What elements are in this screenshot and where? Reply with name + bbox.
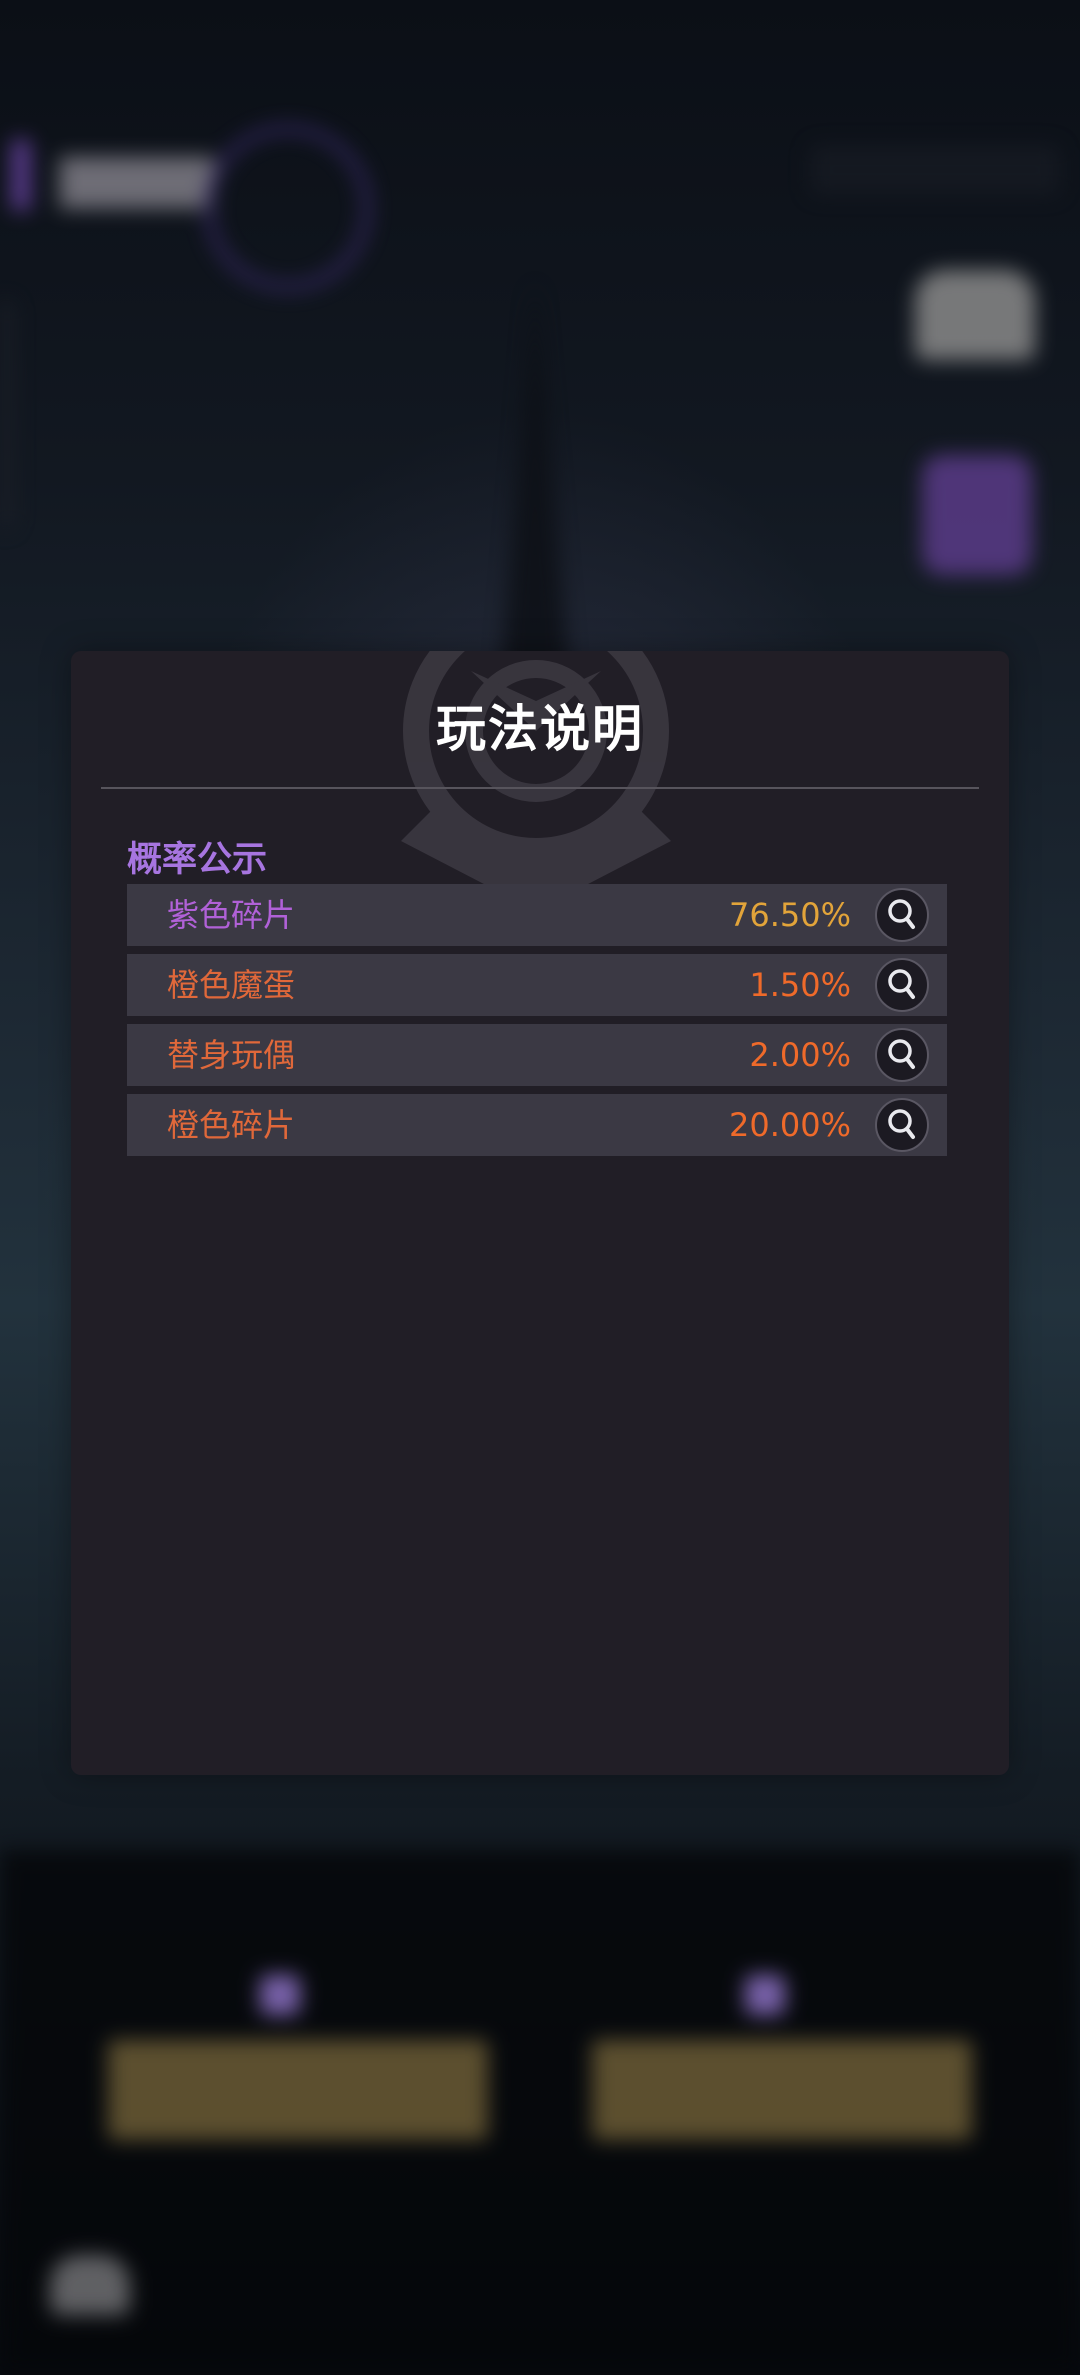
background-accent-bar [12, 140, 30, 210]
item-probability: 76.50% [728, 896, 851, 934]
background-left-button [108, 2040, 488, 2140]
item-probability: 20.00% [728, 1106, 851, 1144]
probability-row-purple-fragment: 紫色碎片 76.50% [127, 884, 947, 946]
item-name: 替身玩偶 [167, 1036, 296, 1074]
magnifier-icon[interactable] [875, 958, 929, 1012]
background-currency-bar [810, 145, 1060, 195]
item-name: 橙色魔蛋 [167, 966, 296, 1004]
background-gem-icon [260, 1975, 300, 2015]
magnifier-icon[interactable] [875, 1098, 929, 1152]
background-page-title: ▇▇▇▇ [60, 150, 214, 208]
item-probability: 1.50% [749, 966, 851, 1004]
dialog-title: 玩法说明 [436, 700, 644, 758]
background-back-icon [50, 2255, 130, 2315]
background-crystal-icon [922, 455, 1032, 575]
item-name: 橙色碎片 [167, 1106, 296, 1144]
background-chest-icon [915, 270, 1035, 360]
background-ring [205, 125, 371, 291]
magnifier-icon[interactable] [875, 888, 929, 942]
background-gem-icon [745, 1975, 785, 2015]
item-name: 紫色碎片 [167, 896, 296, 934]
magnifier-icon[interactable] [875, 1028, 929, 1082]
probability-row-orange-fragment: 橙色碎片 20.00% [127, 1094, 947, 1156]
background-side-tab [0, 300, 14, 530]
item-probability: 2.00% [749, 1036, 851, 1074]
background-right-button [592, 2040, 972, 2140]
probability-list: 紫色碎片 76.50% 橙色魔蛋 1.50% 替身玩偶 2.00% 橙色碎片 2… [127, 884, 947, 1164]
probability-row-substitute-doll: 替身玩偶 2.00% [127, 1024, 947, 1086]
game-screen: ▇▇▇▇ 玩法说明 概率公示 紫色碎片 76.50% 橙色魔蛋 1.50% 替身… [0, 0, 1080, 2375]
title-divider [101, 787, 979, 789]
rules-dialog: 玩法说明 概率公示 紫色碎片 76.50% 橙色魔蛋 1.50% 替身玩偶 2.… [71, 651, 1009, 1775]
probability-section-title: 概率公示 [127, 840, 268, 880]
probability-row-orange-egg: 橙色魔蛋 1.50% [127, 954, 947, 1016]
